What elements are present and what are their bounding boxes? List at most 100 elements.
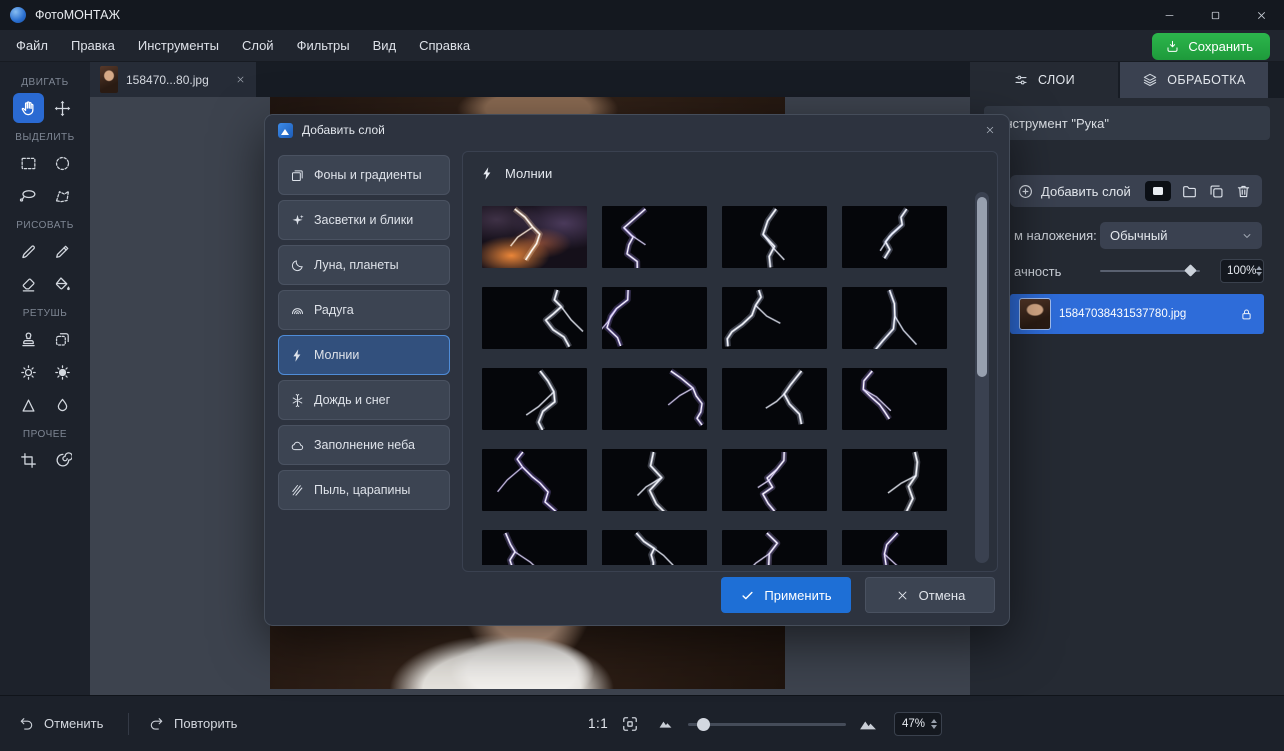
document-tab[interactable]: 158470...80.jpg xyxy=(90,62,256,97)
preset-lightning-8[interactable] xyxy=(842,287,947,349)
fit-screen-button[interactable] xyxy=(620,696,640,751)
dialog-close-icon[interactable] xyxy=(984,124,996,136)
move-tool[interactable] xyxy=(47,93,78,123)
sharpen-tool[interactable] xyxy=(13,390,44,420)
blank-layer-button[interactable] xyxy=(1145,181,1171,201)
apply-button[interactable]: Применить xyxy=(721,577,851,613)
category-rain-snow[interactable]: Дождь и снег xyxy=(278,380,450,420)
document-thumbnail xyxy=(100,66,118,93)
category-moon[interactable]: Луна, планеты xyxy=(278,245,450,285)
app-window: ФотоМОНТАЖ Файл Правка Инструменты Слой Филь… xyxy=(0,0,1284,751)
blur-tool[interactable] xyxy=(47,390,78,420)
pencil-tool[interactable] xyxy=(47,236,78,266)
plus-circle-icon[interactable] xyxy=(1017,183,1034,200)
opacity-value-input[interactable]: 100% xyxy=(1220,259,1264,283)
right-panel-tabs: СЛОИ ОБРАБОТКА xyxy=(970,62,1284,98)
tab-close-icon[interactable] xyxy=(235,74,246,85)
cancel-label: Отмена xyxy=(918,587,966,603)
layers-icon xyxy=(1142,72,1158,88)
preset-lightning-15[interactable] xyxy=(722,449,827,511)
burn-tool[interactable] xyxy=(47,357,78,387)
menu-item-4[interactable]: Слой xyxy=(242,38,274,53)
liquify-tool[interactable] xyxy=(47,445,78,475)
tab-layers[interactable]: СЛОИ xyxy=(970,62,1118,98)
delete-layer-icon[interactable] xyxy=(1235,183,1252,200)
preset-lightning-19[interactable] xyxy=(722,530,827,565)
zoom-value-input[interactable]: 47% xyxy=(894,712,942,736)
scrollbar-thumb[interactable] xyxy=(977,197,987,377)
lock-icon[interactable] xyxy=(1239,307,1254,322)
preset-lightning-10[interactable] xyxy=(602,368,707,430)
duplicate-layer-icon[interactable] xyxy=(1208,183,1225,200)
save-icon xyxy=(1165,39,1180,54)
tab-processing[interactable]: ОБРАБОТКА xyxy=(1120,62,1268,98)
add-layer-label[interactable]: Добавить слой xyxy=(1041,184,1131,199)
preset-lightning-14[interactable] xyxy=(602,449,707,511)
eraser-tool[interactable] xyxy=(13,269,44,299)
menu-item-5[interactable]: Фильтры xyxy=(297,38,350,53)
scrollbar[interactable] xyxy=(975,192,989,563)
zoom-1to1-button[interactable]: 1:1 xyxy=(588,696,608,751)
opacity-slider-thumb[interactable] xyxy=(1184,264,1197,277)
hand-tool[interactable] xyxy=(12,93,44,123)
brush-tool[interactable] xyxy=(13,236,44,266)
preset-lightning-18[interactable] xyxy=(602,530,707,565)
preset-lightning-5[interactable] xyxy=(482,287,587,349)
preset-lightning-16[interactable] xyxy=(842,449,947,511)
menu-item-2[interactable]: Правка xyxy=(71,38,115,53)
open-file-icon[interactable] xyxy=(1181,183,1198,200)
preset-lightning-12[interactable] xyxy=(842,368,947,430)
close-button[interactable] xyxy=(1238,0,1284,30)
category-flares[interactable]: Засветки и блики xyxy=(278,200,450,240)
crop-tool[interactable] xyxy=(13,445,44,475)
zoom-spinner[interactable] xyxy=(931,718,941,730)
category-sky-fill[interactable]: Заполнение неба xyxy=(278,425,450,465)
cloud-icon xyxy=(290,438,305,453)
preset-lightning-13[interactable] xyxy=(482,449,587,511)
lasso-tool[interactable] xyxy=(13,181,44,211)
preset-lightning-17[interactable] xyxy=(482,530,587,565)
preset-lightning-11[interactable] xyxy=(722,368,827,430)
undo-label: Отменить xyxy=(44,716,104,731)
menu-item-3[interactable]: Инструменты xyxy=(138,38,219,53)
menu-item-6[interactable]: Вид xyxy=(373,38,397,53)
preset-lightning-6[interactable] xyxy=(602,287,707,349)
undo-button[interactable]: Отменить xyxy=(18,696,103,751)
save-button[interactable]: Сохранить xyxy=(1152,33,1270,60)
category-lightning[interactable]: Молнии xyxy=(278,335,450,375)
menu-item-7[interactable]: Справка xyxy=(419,38,470,53)
category-dust-scratches[interactable]: Пыль, царапины xyxy=(278,470,450,510)
rect-select-tool[interactable] xyxy=(13,148,44,178)
patch-tool[interactable] xyxy=(47,324,78,354)
preset-lightning-9[interactable] xyxy=(482,368,587,430)
preset-storm-sky[interactable] xyxy=(482,206,587,268)
stamp-tool[interactable] xyxy=(13,324,44,354)
preset-lightning-20[interactable] xyxy=(842,530,947,565)
preset-lightning-7[interactable] xyxy=(722,287,827,349)
redo-button[interactable]: Повторить xyxy=(148,696,237,751)
polygon-select-tool[interactable] xyxy=(47,181,78,211)
blend-mode-select[interactable]: Обычный xyxy=(1100,222,1262,249)
preset-lightning-4[interactable] xyxy=(842,206,947,268)
preset-lightning-3[interactable] xyxy=(722,206,827,268)
minimize-button[interactable] xyxy=(1146,0,1192,30)
menu-item-1[interactable]: Файл xyxy=(16,38,48,53)
maximize-button[interactable] xyxy=(1192,0,1238,30)
category-backgrounds[interactable]: Фоны и градиенты xyxy=(278,155,450,195)
zoom-in-button[interactable] xyxy=(858,696,878,751)
backgrounds-icon xyxy=(290,168,305,183)
rect-select-icon xyxy=(19,154,38,173)
opacity-spinner[interactable] xyxy=(1256,265,1266,277)
cancel-button[interactable]: Отмена xyxy=(865,577,995,613)
dodge-tool[interactable] xyxy=(13,357,44,387)
preset-lightning-2[interactable] xyxy=(602,206,707,268)
fill-tool[interactable] xyxy=(47,269,78,299)
category-rainbow[interactable]: Радуга xyxy=(278,290,450,330)
layer-item[interactable]: 15847038431537780.jpg xyxy=(1010,294,1264,334)
zoom-slider[interactable] xyxy=(688,696,846,751)
zoom-out-button[interactable] xyxy=(658,696,673,751)
ellipse-select-tool[interactable] xyxy=(47,148,78,178)
zoom-slider-thumb[interactable] xyxy=(697,717,710,731)
polygon-select-icon xyxy=(53,187,72,206)
opacity-slider[interactable] xyxy=(1100,258,1200,284)
